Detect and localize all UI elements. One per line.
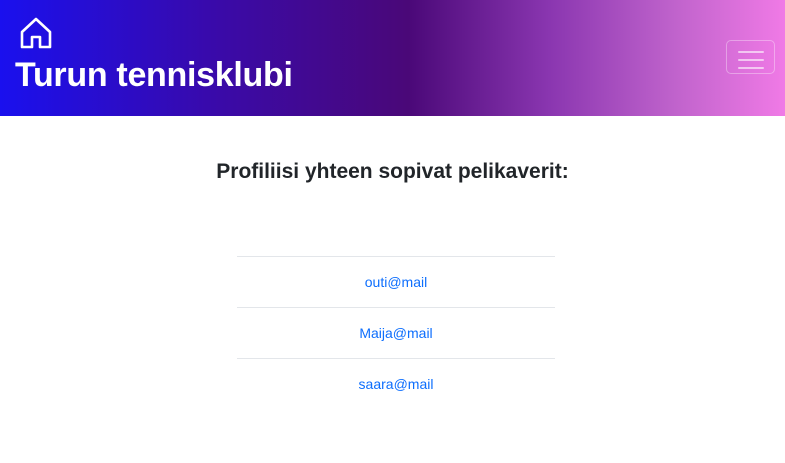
list-item: outi@mail: [237, 256, 555, 307]
brand-title[interactable]: Turun tennisklubi: [15, 56, 293, 95]
match-email-link[interactable]: outi@mail: [365, 274, 427, 290]
list-item: Maija@mail: [237, 307, 555, 358]
matches-list: outi@mail Maija@mail saara@mail: [237, 256, 555, 409]
list-item: saara@mail: [237, 358, 555, 409]
match-email-link[interactable]: saara@mail: [359, 376, 434, 392]
navbar: Turun tennisklubi: [0, 0, 785, 116]
match-email-link[interactable]: Maija@mail: [359, 325, 432, 341]
home-link[interactable]: [19, 16, 53, 50]
hamburger-menu-icon: [737, 51, 764, 69]
page-title: Profiliisi yhteen sopivat pelikaverit:: [216, 160, 569, 183]
navbar-toggler-button[interactable]: [726, 40, 775, 74]
home-icon: [20, 17, 52, 49]
